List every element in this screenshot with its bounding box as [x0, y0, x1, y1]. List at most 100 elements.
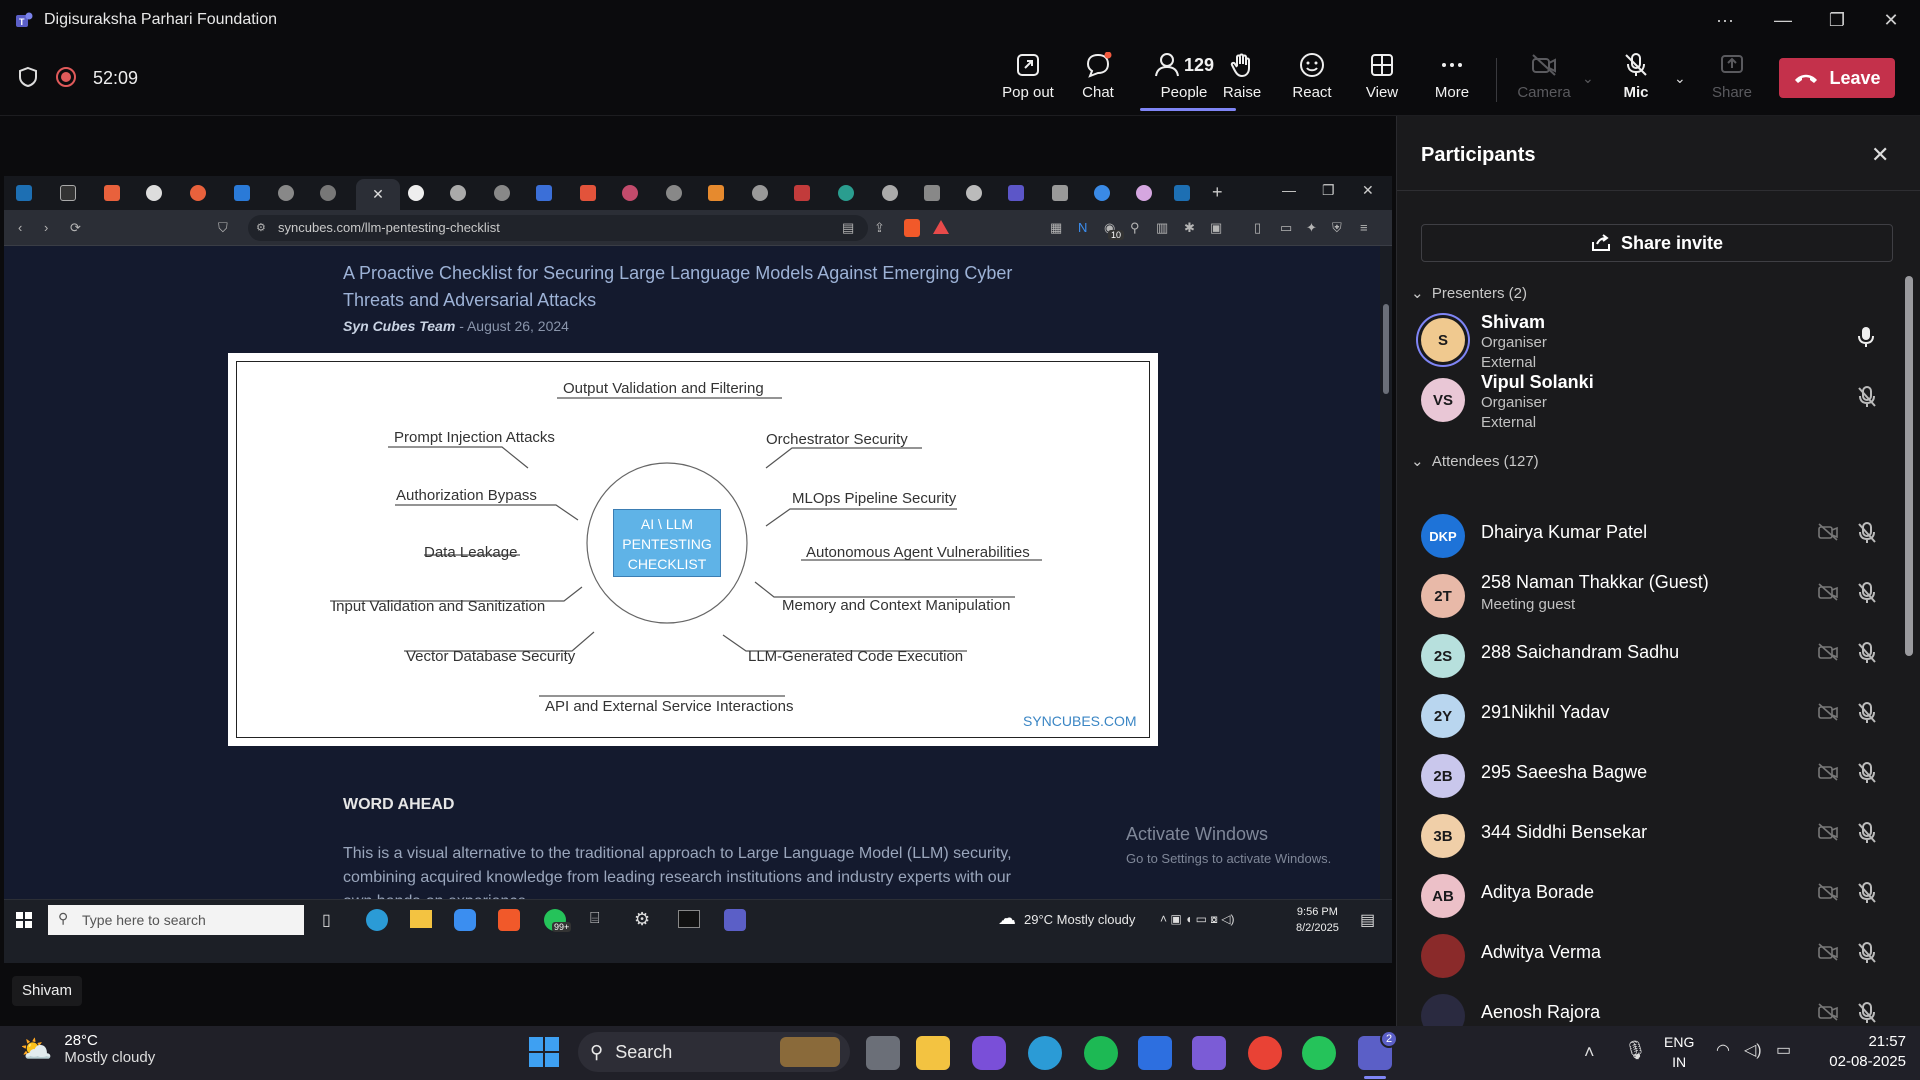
vpn-icon[interactable]: ⛨: [1332, 220, 1346, 235]
tab-icon[interactable]: [1052, 185, 1068, 201]
wallet-icon[interactable]: ▭: [1280, 220, 1294, 235]
tab-icon[interactable]: [752, 185, 768, 201]
back-icon[interactable]: ‹: [18, 220, 32, 235]
raise-hand-button[interactable]: Raise: [1206, 52, 1278, 112]
github-icon[interactable]: [146, 185, 162, 201]
browser-menu-icon[interactable]: ≡: [1360, 220, 1374, 235]
file-explorer-icon[interactable]: [410, 910, 432, 928]
tab-icon[interactable]: [234, 185, 250, 201]
reload-icon[interactable]: ⟳: [70, 220, 84, 235]
start-icon[interactable]: [528, 1036, 560, 1068]
wifi-icon[interactable]: ◠: [1716, 1040, 1730, 1060]
shared-weather[interactable]: 29°C Mostly cloudy: [1024, 912, 1135, 927]
participant-row[interactable]: VS Vipul Solanki Organiser External: [1421, 372, 1891, 432]
windows-start-icon[interactable]: [16, 912, 32, 928]
volume-icon[interactable]: ◁): [1744, 1040, 1762, 1060]
edge-icon[interactable]: [1028, 1036, 1062, 1070]
tab-icon[interactable]: [1136, 185, 1152, 201]
tab-icon[interactable]: [320, 185, 336, 201]
taskbar-weather[interactable]: ⛅ 28°C Mostly cloudy: [20, 1032, 155, 1066]
active-tab-close-icon[interactable]: ✕: [356, 179, 400, 210]
view-button[interactable]: View: [1346, 52, 1418, 112]
participant-row[interactable]: DKP Dhairya Kumar Patel: [1421, 508, 1891, 564]
attendees-group-header[interactable]: ⌄ Attendees (127): [1411, 452, 1539, 470]
tab-icon[interactable]: [622, 185, 638, 201]
tray-icons[interactable]: ˄ ▣ ◖ ▭ ⧇ ◁): [1160, 912, 1234, 927]
extension-icon[interactable]: ⚲: [1130, 220, 1144, 235]
edge-icon[interactable]: [366, 909, 388, 931]
tab-icon[interactable]: [1094, 185, 1110, 201]
participant-row[interactable]: S Shivam Organiser External: [1421, 312, 1891, 372]
tab-icon[interactable]: [838, 185, 854, 201]
notification-icon[interactable]: ▤: [1360, 910, 1375, 930]
camera-button[interactable]: Camera: [1508, 52, 1580, 112]
tab-icon[interactable]: [536, 185, 552, 201]
browser-restore-icon[interactable]: ❐: [1322, 182, 1335, 199]
panel-scrollbar[interactable]: [1905, 276, 1913, 656]
page-scrollbar[interactable]: [1380, 246, 1392, 899]
tab-icon[interactable]: [666, 185, 682, 201]
close-window-button[interactable]: ✕: [1864, 6, 1918, 34]
leo-ai-icon[interactable]: ✦: [1306, 220, 1320, 235]
extension-icon[interactable]: ▥: [1156, 220, 1170, 235]
store-icon[interactable]: [1138, 1036, 1172, 1070]
tab-icon[interactable]: [104, 185, 120, 201]
browser-minimize-icon[interactable]: —: [1282, 182, 1296, 198]
participant-row[interactable]: 2T 258 Naman Thakkar (Guest) Meeting guest: [1421, 568, 1891, 624]
react-button[interactable]: React: [1276, 52, 1348, 112]
article-author[interactable]: Syn Cubes Team: [343, 318, 455, 334]
tab-icon[interactable]: [450, 185, 466, 201]
tab-icon[interactable]: [1008, 185, 1024, 201]
copilot-icon[interactable]: [454, 909, 476, 931]
brave-shields-icon[interactable]: [904, 219, 920, 237]
tab-icon[interactable]: [924, 185, 940, 201]
microphone-icon[interactable]: 🎙: [1624, 1040, 1647, 1061]
share-button[interactable]: Share: [1696, 52, 1768, 112]
tab-icon[interactable]: [966, 185, 982, 201]
maximize-button[interactable]: ❐: [1810, 6, 1864, 34]
leave-button[interactable]: Leave: [1779, 58, 1895, 98]
participant-row[interactable]: 2Y 291Nikhil Yadav: [1421, 688, 1891, 744]
brave-icon[interactable]: [498, 909, 520, 931]
tab-icon[interactable]: [882, 185, 898, 201]
participant-row[interactable]: 2B 295 Saeesha Bagwe: [1421, 748, 1891, 804]
tab-icon[interactable]: [580, 185, 596, 201]
mic-button[interactable]: Mic: [1600, 52, 1672, 112]
tab-icon[interactable]: [1174, 185, 1190, 201]
share-page-icon[interactable]: ⇪: [874, 220, 888, 235]
taskbar-clock[interactable]: 21:57 02-08-2025: [1816, 1032, 1906, 1072]
terminal-icon[interactable]: [678, 910, 700, 928]
browser-close-icon[interactable]: ✕: [1362, 182, 1374, 199]
battery-icon[interactable]: ▭: [1776, 1040, 1791, 1060]
more-button[interactable]: More: [1416, 52, 1488, 112]
app-icon[interactable]: ⌸: [590, 910, 600, 928]
chat-button[interactable]: Chat: [1062, 52, 1134, 112]
task-view-icon[interactable]: [866, 1036, 900, 1070]
tab-icon[interactable]: [708, 185, 724, 201]
participant-row[interactable]: 3B 344 Siddhi Bensekar: [1421, 808, 1891, 864]
site-info-icon[interactable]: ⚙: [256, 221, 270, 235]
chevron-up-icon[interactable]: ˄: [1584, 1042, 1595, 1063]
teams-icon[interactable]: [724, 909, 746, 931]
app-icon[interactable]: [1192, 1036, 1226, 1070]
tab-icon[interactable]: [278, 185, 294, 201]
tab-icon[interactable]: [494, 185, 510, 201]
language-indicator[interactable]: ENG IN: [1664, 1032, 1694, 1072]
presenters-group-header[interactable]: ⌄ Presenters (2): [1411, 284, 1527, 302]
weather-icon[interactable]: ☁: [998, 908, 1016, 929]
tab-icon[interactable]: [190, 185, 206, 201]
reader-icon[interactable]: ▤: [842, 220, 856, 235]
share-invite-button[interactable]: Share invite: [1421, 224, 1893, 262]
close-panel-icon[interactable]: ✕: [1871, 142, 1889, 168]
mic-chevron-icon[interactable]: ⌄: [1674, 70, 1686, 87]
task-view-icon[interactable]: ▯: [322, 910, 331, 930]
camera-chevron-icon[interactable]: ⌄: [1582, 70, 1594, 87]
more-options-icon[interactable]: ···: [1698, 6, 1752, 34]
settings-icon[interactable]: ⚙: [634, 909, 650, 930]
whatsapp-icon[interactable]: [1302, 1036, 1336, 1070]
file-explorer-icon[interactable]: [916, 1036, 950, 1070]
brave-rewards-icon[interactable]: [932, 219, 950, 235]
tab-icon[interactable]: [16, 185, 32, 201]
extension-icon[interactable]: ▦: [1050, 220, 1064, 235]
forward-icon[interactable]: ›: [44, 220, 58, 235]
